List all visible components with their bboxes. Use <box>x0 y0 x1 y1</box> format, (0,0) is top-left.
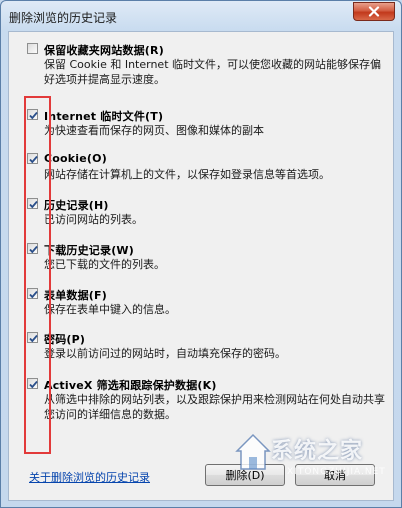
delete-button[interactable]: 删除(D) <box>205 464 285 486</box>
option-title: 历史记录(H) <box>44 199 109 212</box>
highlight-annotation-box <box>24 96 51 454</box>
close-button[interactable] <box>353 2 395 21</box>
dialog-content: 保留收藏夹网站数据(R) 保留 Cookie 和 Internet 临时文件，可… <box>8 31 394 501</box>
option-title: ActiveX 筛选和跟踪保护数据(K) <box>44 379 217 392</box>
option-title: 保留收藏夹网站数据(R) <box>44 44 164 57</box>
option-description: 网站存储在计算机上的文件，以保存如登录信息等首选项。 <box>44 168 330 181</box>
title-bar[interactable]: 删除浏览的历史记录 <box>1 1 401 31</box>
close-icon <box>368 6 380 17</box>
window-title: 删除浏览的历史记录 <box>9 11 118 25</box>
about-delete-history-link[interactable]: 关于删除浏览的历史记录 <box>29 469 150 485</box>
option-title: 下载历史记录(W) <box>44 244 134 257</box>
option-description: 已访问网站的列表。 <box>44 213 143 226</box>
option-description: 保留 Cookie 和 Internet 临时文件，可以使您收藏的网站能够保存偏… <box>44 58 381 86</box>
option-title: 表单数据(F) <box>44 289 107 302</box>
option-title: Internet 临时文件(T) <box>44 110 164 123</box>
option-description: 登录以前访问过的网站时，自动填充保存的密码。 <box>44 347 286 360</box>
option-title: Cookie(O) <box>44 152 107 165</box>
checkbox-preserve-favorites[interactable] <box>27 43 38 54</box>
option-description: 保存在表单中键入的信息。 <box>44 303 176 316</box>
option-description: 您已下载的文件的列表。 <box>44 258 165 271</box>
dialog-window: 删除浏览的历史记录 保留收藏夹网站数据(R) 保留 Cookie 和 Inter… <box>0 0 402 508</box>
option-description: 为快速查看而保存的网页、图像和媒体的副本 <box>44 124 264 137</box>
cancel-button[interactable]: 取消 <box>295 464 375 486</box>
option-description: 从筛选中排除的网站列表，以及跟踪保护用来检测网站在何处自动共享您访问的详细信息的… <box>44 393 385 421</box>
